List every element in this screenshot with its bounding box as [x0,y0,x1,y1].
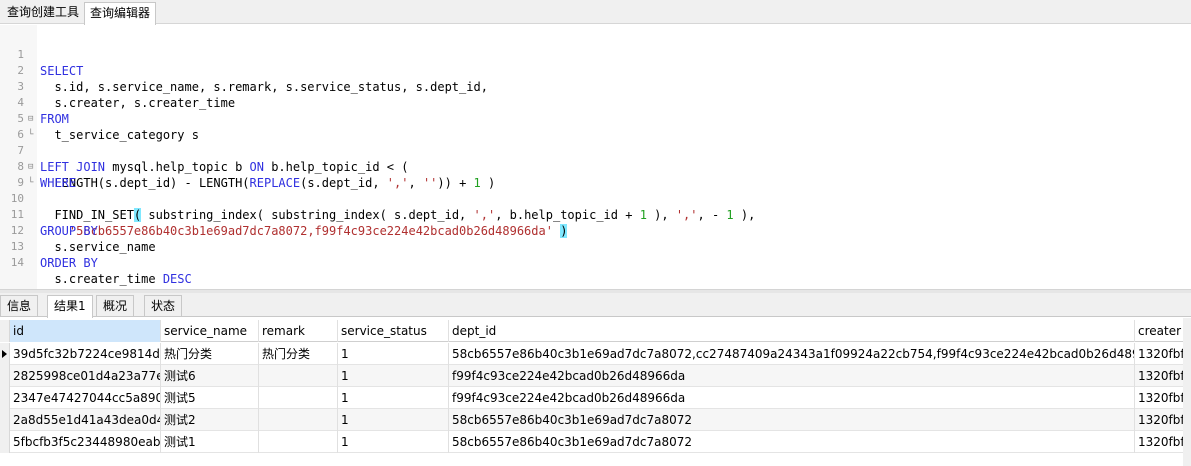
table-row[interactable]: 5fbcfb3f5c23448980eabb 测试1 1 58cb6557e86… [0,431,1191,453]
cell-service-status[interactable]: 1 [338,365,449,387]
cell-service-name[interactable]: 测试6 [161,365,259,387]
cell-dept-id[interactable]: 58cb6557e86b40c3b1e69ad7dc7a8072 [449,409,1135,431]
row-selector[interactable] [0,431,10,453]
cell-remark[interactable] [259,365,338,387]
row-selector[interactable] [0,343,10,365]
fold-end-icon: └ [28,178,34,188]
cell-id[interactable]: 39d5fc32b7224ce9814d0 [10,343,161,365]
cell-dept-id[interactable]: 58cb6557e86b40c3b1e69ad7dc7a8072,cc27487… [449,343,1135,365]
grid-vertical-scrollbar[interactable] [1183,318,1191,466]
result-tab-bar: 信息 结果1 概况 状态 [0,293,1191,318]
result-grid[interactable]: id service_name remark service_status de… [0,318,1191,466]
row-selector[interactable] [0,387,10,409]
cell-remark[interactable]: 热门分类 [259,343,338,365]
code-line: 2 s.id, s.service_name, s.remark, s.serv… [0,47,1191,94]
cell-service-name[interactable]: 测试5 [161,387,259,409]
cell-id[interactable]: 2347e47427044cc5a8900 [10,387,161,409]
cell-dept-id[interactable]: f99f4c93ce224e42bcad0b26d48966da [449,365,1135,387]
tab-status[interactable]: 状态 [144,295,183,316]
fold-toggle-icon[interactable]: ⊟ [28,114,37,124]
cell-service-status[interactable]: 1 [338,409,449,431]
cell-service-name[interactable]: 热门分类 [161,343,259,365]
row-header-corner [0,320,10,342]
code-line: 9 ⊟ FIND_IN_SET( substring_index( substr… [0,159,1191,222]
cell-remark[interactable] [259,387,338,409]
cell-id[interactable]: 5fbcfb3f5c23448980eabb [10,431,161,453]
cell-dept-id[interactable]: f99f4c93ce224e42bcad0b26d48966da [449,387,1135,409]
code-line: 3 s.creater, s.creater_time [0,63,1191,110]
tab-query-editor[interactable]: 查询编辑器 [84,2,157,25]
code-line: 8 WHERE [0,143,1191,190]
code-line: 11 GROUP BY [0,191,1191,238]
table-row[interactable]: 39d5fc32b7224ce9814d0 热门分类 热门分类 1 58cb65… [0,343,1191,365]
column-header-remark[interactable]: remark [259,320,338,342]
cell-remark[interactable] [259,409,338,431]
cell-id[interactable]: 2825998ce01d4a23a77e4 [10,365,161,387]
line-number: 14 [10,256,24,269]
cell-service-name[interactable]: 测试1 [161,431,259,453]
code-text: s.creater_time [40,272,163,286]
column-header-dept-id[interactable]: dept_id [449,320,1135,342]
code-line: 4 FROM [0,79,1191,126]
code-line: 5 t_service_category s [0,95,1191,142]
current-row-arrow-icon [2,350,7,358]
sql-keyword: ORDER BY [40,256,98,270]
row-selector[interactable] [0,409,10,431]
table-row[interactable]: 2825998ce01d4a23a77e4 测试6 1 f99f4c93ce22… [0,365,1191,387]
tab-info[interactable]: 信息 [0,295,39,316]
cell-service-status[interactable]: 1 [338,431,449,453]
column-header-service-name[interactable]: service_name [161,320,259,342]
row-selector[interactable] [0,365,10,387]
code-line: 7 └ LENGTH(s.dept_id) - LENGTH(REPLACE(s… [0,127,1191,190]
cell-id[interactable]: 2a8d55e1d41a43dea0d42 [10,409,161,431]
tab-result-1[interactable]: 结果1 [47,295,93,318]
cell-service-status[interactable]: 1 [338,387,449,409]
fold-end-icon: └ [28,130,34,140]
code-line: 1 SELECT [0,31,1191,78]
editor-tab-bar: 查询创建工具 查询编辑器 [0,0,1191,25]
column-header-id[interactable]: id [10,320,161,342]
cell-dept-id[interactable]: 58cb6557e86b40c3b1e69ad7dc7a8072 [449,431,1135,453]
tab-query-builder[interactable]: 查询创建工具 [2,2,84,24]
code-line: 10 └ '58cb6557e86b40c3b1e69ad7dc7a8072,f… [0,175,1191,238]
code-line: 12 s.service_name [0,207,1191,254]
sql-editor[interactable]: 1 SELECT 2 s.id, s.service_name, s.remar… [0,25,1191,289]
cell-service-name[interactable]: 测试2 [161,409,259,431]
code-line: 13 ORDER BY [0,223,1191,270]
column-header-service-status[interactable]: service_status [338,320,449,342]
cell-service-status[interactable]: 1 [338,343,449,365]
fold-toggle-icon[interactable]: ⊟ [28,162,37,172]
tab-profile[interactable]: 概况 [96,295,135,316]
cell-remark[interactable] [259,431,338,453]
table-row[interactable]: 2347e47427044cc5a8900 测试5 1 f99f4c93ce22… [0,387,1191,409]
sql-keyword: DESC [162,272,192,286]
code-line: 14 s.creater_time DESC [0,239,1191,286]
grid-header-row: id service_name remark service_status de… [0,320,1191,342]
code-line: 6 ⊟ LEFT JOIN mysql.help_topic b ON b.he… [0,111,1191,174]
table-row[interactable]: 2a8d55e1d41a43dea0d42 测试2 1 58cb6557e86b… [0,409,1191,431]
